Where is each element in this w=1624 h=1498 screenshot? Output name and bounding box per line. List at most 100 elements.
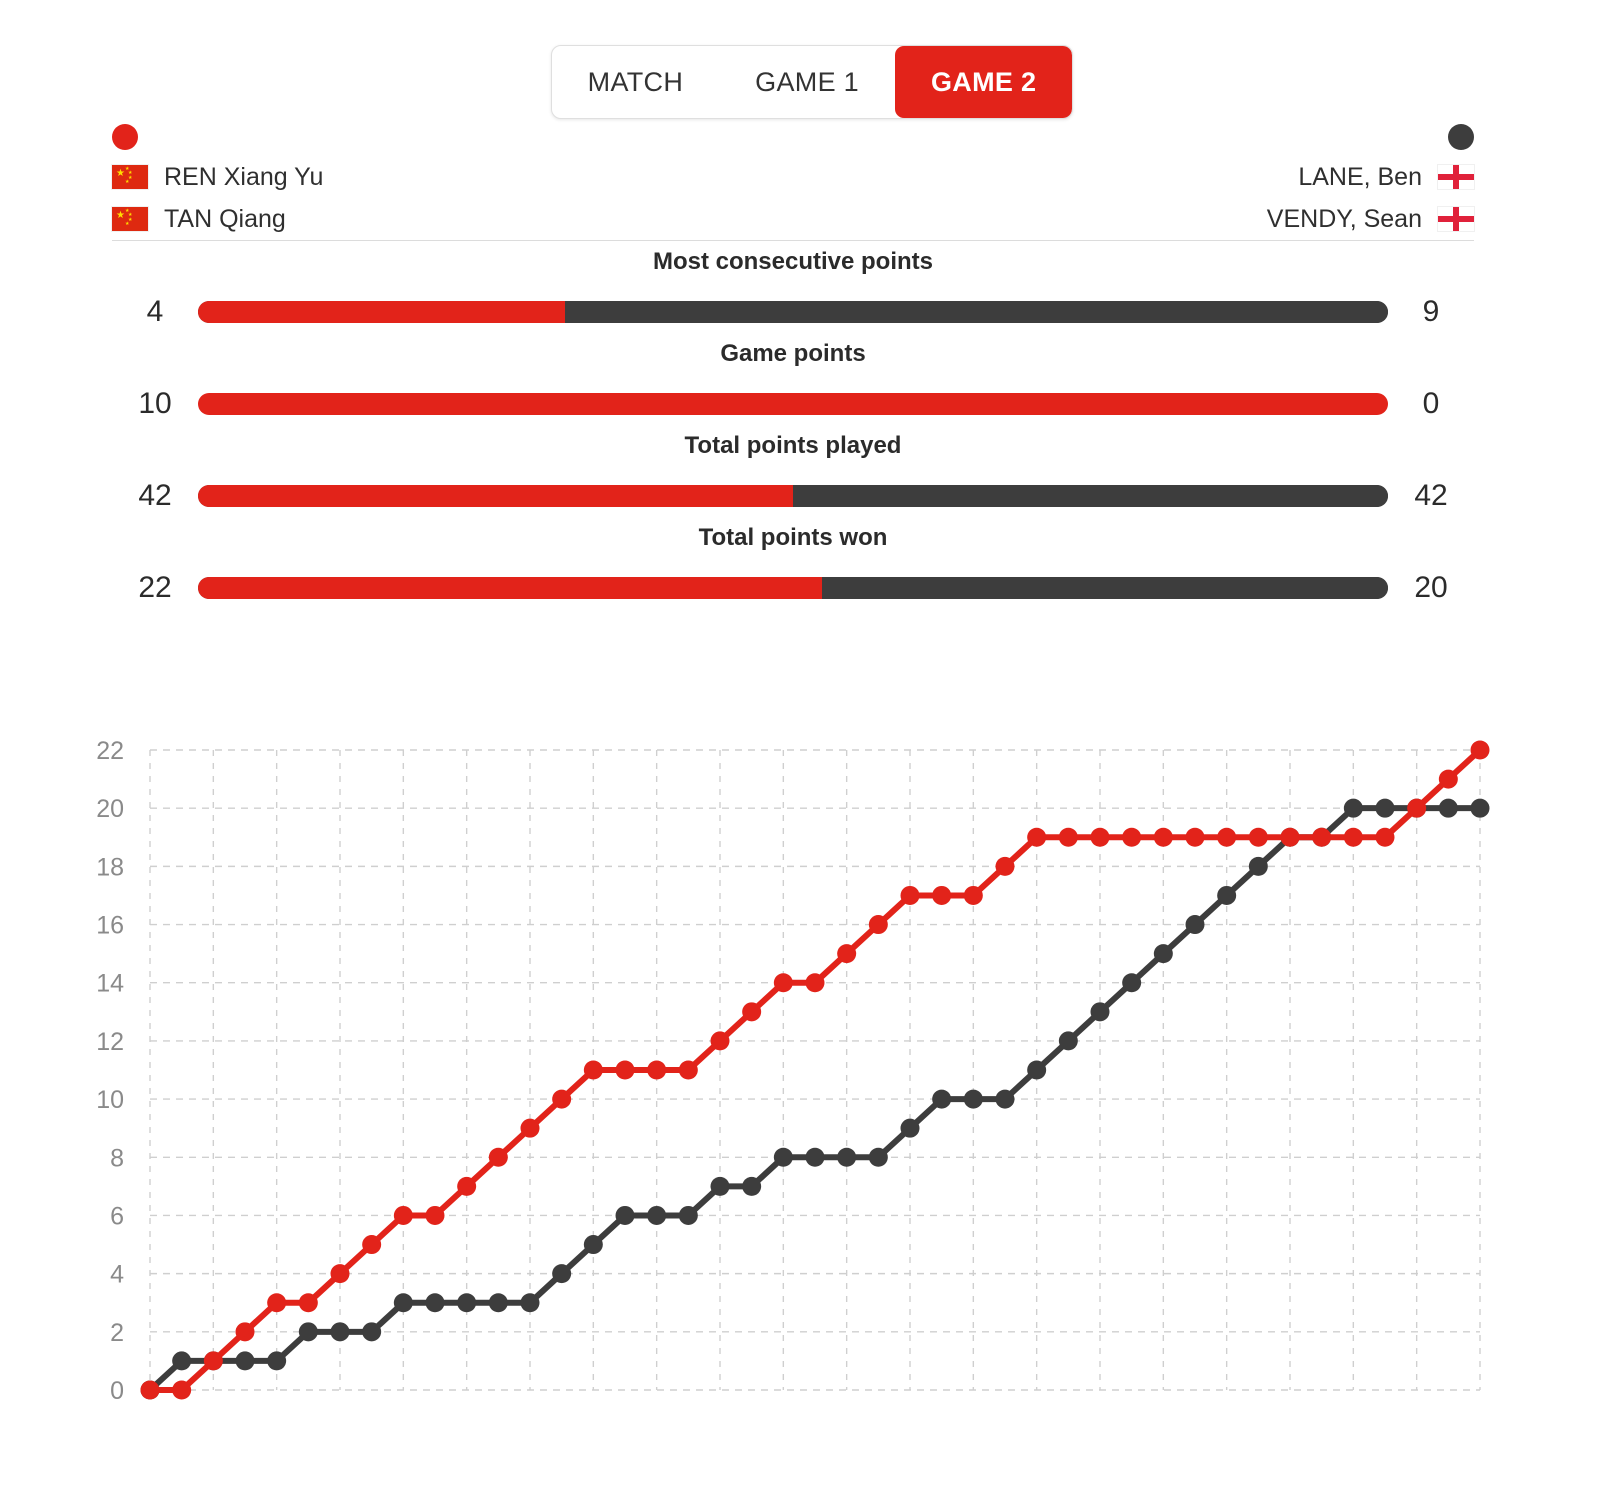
series-point	[552, 1264, 572, 1284]
stat-bar	[198, 485, 1388, 507]
series-point	[520, 1293, 540, 1313]
chart-series	[140, 740, 1490, 1400]
series-point	[425, 1293, 445, 1313]
series-point	[1185, 915, 1205, 935]
series-point	[362, 1322, 382, 1342]
series-point	[1217, 885, 1237, 905]
series-point	[1470, 798, 1490, 818]
stat-bar-right-fill	[821, 577, 1388, 599]
stat-bar-right-fill	[793, 485, 1388, 507]
header-divider	[112, 240, 1474, 241]
series-point	[1312, 827, 1332, 847]
series-point	[678, 1205, 698, 1225]
tab-game-2[interactable]: GAME 2	[895, 46, 1073, 118]
series-point	[1122, 827, 1142, 847]
stat-value-left: 4	[146, 295, 164, 328]
stat-row: Most consecutive points 4 9	[112, 248, 1474, 334]
stat-value-right: 0	[1422, 387, 1440, 420]
chart-svg: 0 2 4 6 8 10 12 14 16 18 20 22	[96, 737, 1490, 1405]
series-point	[488, 1293, 508, 1313]
series-point	[1248, 856, 1268, 876]
players-header: ★ ★ ★ ★ ★ REN Xiang Yu ★ ★ ★ ★ ★ TAN Qiang LANE,…	[112, 120, 1474, 238]
series-point	[1217, 827, 1237, 847]
series-point	[552, 1089, 572, 1109]
england-flag-icon	[1438, 165, 1474, 189]
series-point	[1343, 827, 1363, 847]
series-point	[1090, 1002, 1110, 1022]
tabbar-container: MATCH GAME 1 GAME 2	[0, 45, 1624, 119]
y-axis-tick-label: 2	[110, 1319, 124, 1347]
series-point	[267, 1293, 287, 1313]
series-point	[1090, 827, 1110, 847]
series-point	[235, 1351, 255, 1371]
stat-value-left: 10	[138, 387, 172, 420]
series-point	[1153, 827, 1173, 847]
series-point	[1027, 827, 1047, 847]
y-axis-tick-label: 4	[110, 1261, 124, 1289]
series-point	[710, 1176, 730, 1196]
stat-label: Game points	[720, 340, 866, 367]
series-point	[1375, 827, 1395, 847]
team-left-marker-row	[112, 120, 323, 154]
series-point	[963, 1089, 983, 1109]
player-name: TAN Qiang	[164, 204, 286, 233]
series-point	[932, 885, 952, 905]
y-axis-tick-label: 16	[96, 912, 124, 940]
series-point	[1248, 827, 1268, 847]
series-point	[298, 1322, 318, 1342]
match-stats-page: MATCH GAME 1 GAME 2 ★ ★ ★ ★ ★ REN Xiang Yu ★…	[0, 0, 1624, 1498]
series-point	[1407, 798, 1427, 818]
series-point	[140, 1380, 160, 1400]
stat-value-right: 42	[1414, 479, 1448, 512]
series-point	[1280, 827, 1300, 847]
series-point	[1122, 973, 1142, 993]
team-left: ★ ★ ★ ★ ★ REN Xiang Yu ★ ★ ★ ★ ★ TAN Qiang	[112, 120, 323, 238]
series-point	[932, 1089, 952, 1109]
stat-row: Total points won 22 20	[112, 524, 1474, 610]
stat-bar-row: 4 9	[112, 290, 1474, 334]
series-point	[330, 1322, 350, 1342]
series-point	[647, 1060, 667, 1080]
stat-bar-row: 10 0	[112, 382, 1474, 426]
series-point	[837, 1147, 857, 1167]
stat-row: Total points played 42 42	[112, 432, 1474, 518]
tab-game-1[interactable]: GAME 1	[719, 46, 895, 118]
stat-bar-right-fill	[564, 301, 1388, 323]
y-axis-tick-label: 10	[96, 1086, 124, 1114]
y-axis-tick-label: 6	[110, 1202, 124, 1230]
series-point	[805, 973, 825, 993]
player-row-ren: ★ ★ ★ ★ ★ REN Xiang Yu	[112, 158, 323, 196]
series-point	[995, 856, 1015, 876]
series-point	[963, 885, 983, 905]
series-point	[773, 973, 793, 993]
series-point	[1375, 798, 1395, 818]
series-point	[362, 1235, 382, 1255]
series-point	[488, 1147, 508, 1167]
china-flag-icon: ★ ★ ★ ★ ★	[112, 165, 148, 189]
y-axis-tick-label: 18	[96, 853, 124, 881]
view-tabbar: MATCH GAME 1 GAME 2	[550, 45, 1074, 119]
series-point	[710, 1031, 730, 1051]
series-point	[393, 1293, 413, 1313]
stat-bar-left-fill	[198, 301, 565, 323]
tab-match[interactable]: MATCH	[552, 46, 720, 118]
stat-label: Total points won	[698, 524, 888, 551]
series-point	[805, 1147, 825, 1167]
series-point	[298, 1293, 318, 1313]
series-point	[1058, 1031, 1078, 1051]
series-point	[615, 1060, 635, 1080]
stat-row: Game points 10 0	[112, 340, 1474, 426]
series-point	[995, 1089, 1015, 1109]
stat-value-right: 9	[1422, 295, 1440, 328]
series-point	[837, 944, 857, 964]
series-point	[457, 1293, 477, 1313]
stat-bar-left-fill	[198, 393, 1388, 415]
team-right: LANE, Ben VENDY, Sean	[1267, 120, 1474, 238]
stat-value-right: 20	[1414, 571, 1448, 604]
stat-bar-left-fill	[198, 485, 793, 507]
player-name: REN Xiang Yu	[164, 162, 324, 191]
stat-value-left: 22	[138, 571, 172, 604]
series-point	[1343, 798, 1363, 818]
player-row-vendy: VENDY, Sean	[1267, 200, 1474, 238]
series-point	[267, 1351, 287, 1371]
